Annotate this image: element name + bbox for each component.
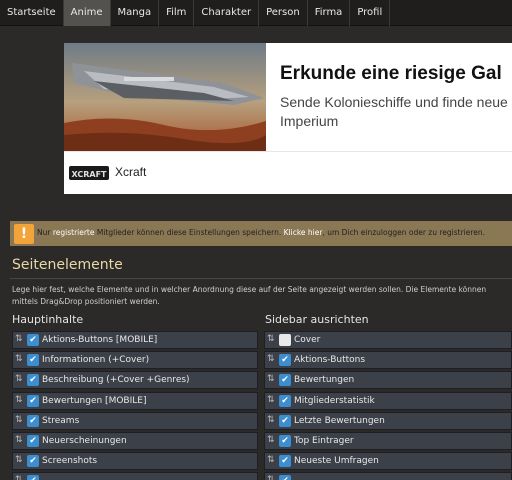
- item-label: Screenshots: [42, 456, 98, 467]
- item-checkbox[interactable]: ✔: [279, 414, 291, 427]
- item-label: Beschreibung (+Cover +Genres): [42, 375, 190, 386]
- item-checkbox[interactable]: ✔: [27, 394, 39, 407]
- click-here-link[interactable]: Klicke hier: [284, 228, 323, 237]
- list-item[interactable]: ⇅ ✔ Screenshots: [12, 452, 258, 471]
- item-label: Bewertungen: [294, 375, 355, 386]
- item-checkbox[interactable]: ✔: [279, 354, 291, 367]
- drag-handle-icon[interactable]: ⇅: [267, 395, 275, 405]
- list-item[interactable]: ⇅ ✔ Top Eintrager: [264, 431, 512, 450]
- ad-brand-name[interactable]: Xcraft: [115, 165, 146, 179]
- drag-handle-icon[interactable]: ⇅: [267, 475, 275, 480]
- item-checkbox[interactable]: ✔: [279, 394, 291, 407]
- item-checkbox[interactable]: ✔: [27, 374, 39, 387]
- list-item[interactable]: ⇅ ✔ Bewertungen [MOBILE]: [12, 391, 258, 410]
- main-column-title: Hauptinhalte: [12, 313, 84, 326]
- drag-handle-icon[interactable]: ⇅: [267, 334, 275, 344]
- drag-handle-icon[interactable]: ⇅: [15, 475, 23, 480]
- item-checkbox[interactable]: ✔: [27, 434, 39, 447]
- item-label: Streams: [42, 415, 80, 426]
- list-item[interactable]: ⇅ ✔ Bewertungen: [264, 371, 512, 390]
- item-label: Cover: [294, 335, 321, 345]
- drag-handle-icon[interactable]: ⇅: [15, 334, 23, 344]
- drag-handle-icon[interactable]: ⇅: [15, 395, 23, 405]
- item-label: Neuerscheinungen: [42, 435, 127, 446]
- drag-handle-icon[interactable]: ⇅: [15, 354, 23, 364]
- list-item[interactable]: ⇅ ✔ Aktions-Buttons [MOBILE]: [12, 331, 258, 349]
- ad-banner[interactable]: Erkunde eine riesige Gal Sende Koloniesc…: [64, 43, 512, 194]
- warning-icon: !: [14, 224, 34, 244]
- logo-text: XCRAFT: [71, 170, 107, 179]
- drag-handle-icon[interactable]: ⇅: [267, 435, 275, 445]
- item-checkbox[interactable]: ✔: [27, 475, 39, 480]
- item-checkbox[interactable]: ✔: [279, 455, 291, 468]
- drag-handle-icon[interactable]: ⇅: [15, 374, 23, 384]
- list-item[interactable]: ⇅ ✔ Neuerscheinungen: [12, 431, 258, 450]
- ad-image[interactable]: [64, 43, 266, 151]
- section-divider: [10, 278, 512, 279]
- drag-handle-icon[interactable]: ⇅: [267, 354, 275, 364]
- nav-item-startseite[interactable]: Startseite: [0, 0, 64, 26]
- nav-item-firma[interactable]: Firma: [308, 0, 351, 26]
- item-label: Informationen (+Cover): [42, 355, 150, 366]
- item-label: Mitgliederstatistik: [294, 395, 375, 406]
- drag-handle-icon[interactable]: ⇅: [267, 374, 275, 384]
- registered-link[interactable]: registrierte: [53, 228, 95, 237]
- xcraft-logo: XCRAFT: [69, 164, 109, 182]
- item-label: Top Eintrager: [294, 435, 354, 446]
- nav-item-anime[interactable]: Anime: [63, 0, 111, 26]
- nav-item-person[interactable]: Person: [259, 0, 308, 26]
- drag-handle-icon[interactable]: ⇅: [267, 455, 275, 465]
- nav-item-manga[interactable]: Manga: [111, 0, 160, 26]
- section-description: Lege hier fest, welche Elemente und in w…: [12, 285, 487, 306]
- item-checkbox[interactable]: ✔: [27, 414, 39, 427]
- item-label: Aktions-Buttons [MOBILE]: [42, 335, 158, 345]
- list-item[interactable]: ⇅✔: [12, 472, 258, 480]
- main-elements-list: ⇅ ✔ Aktions-Buttons [MOBILE] ⇅ ✔ Informatione…: [12, 331, 258, 480]
- item-checkbox[interactable]: ✔: [27, 455, 39, 468]
- list-item[interactable]: ⇅ ✔Cover: [264, 331, 512, 349]
- ad-headline[interactable]: Erkunde eine riesige Gal: [280, 63, 502, 85]
- list-item[interactable]: ⇅ ✔ Neueste Umfragen: [264, 452, 512, 471]
- list-item[interactable]: ⇅ ✔ Streams: [12, 411, 258, 430]
- drag-handle-icon[interactable]: ⇅: [15, 435, 23, 445]
- item-checkbox[interactable]: ✔: [27, 334, 39, 346]
- item-checkbox[interactable]: ✔: [279, 434, 291, 447]
- nav-item-film[interactable]: Film: [159, 0, 195, 26]
- list-item[interactable]: ⇅ ✔ Letzte Bewertungen: [264, 411, 512, 430]
- list-item[interactable]: ⇅ ✔ Beschreibung (+Cover +Genres): [12, 371, 258, 390]
- drag-handle-icon[interactable]: ⇅: [15, 455, 23, 465]
- item-label: Aktions-Buttons: [294, 355, 366, 366]
- login-notice: ! Nur registrierte Mitglieder können die…: [10, 221, 512, 246]
- item-label: Letzte Bewertungen: [294, 415, 385, 426]
- notice-text: Nur registrierte Mitglieder können diese…: [37, 228, 486, 237]
- list-item[interactable]: ⇅ ✔ Aktions-Buttons: [264, 351, 512, 370]
- item-checkbox[interactable]: ✔: [279, 334, 291, 346]
- item-label: Neueste Umfragen: [294, 456, 379, 467]
- section-title: Seitenelemente: [12, 257, 123, 273]
- item-checkbox[interactable]: ✔: [27, 354, 39, 367]
- drag-handle-icon[interactable]: ⇅: [267, 415, 275, 425]
- item-checkbox[interactable]: ✔: [279, 475, 291, 480]
- item-checkbox[interactable]: ✔: [279, 374, 291, 387]
- ad-subline: Sende Kolonieschiffe und finde neue Impe…: [280, 94, 508, 129]
- top-navigation: Startseite Anime Manga Film Charakter Pe…: [0, 0, 512, 26]
- list-item[interactable]: ⇅ ✔ Informationen (+Cover): [12, 351, 258, 370]
- list-item[interactable]: ⇅✔: [264, 472, 512, 480]
- nav-item-charakter[interactable]: Charakter: [194, 0, 260, 26]
- sidebar-elements-list: ⇅✔Cover⇅✔Aktions-Buttons⇅✔Bewertungen⇅✔M…: [264, 331, 512, 480]
- item-label: Bewertungen [MOBILE]: [42, 395, 147, 406]
- nav-item-profil[interactable]: Profil: [350, 0, 391, 26]
- drag-handle-icon[interactable]: ⇅: [15, 415, 23, 425]
- ad-divider: [64, 151, 512, 152]
- list-item[interactable]: ⇅ ✔ Mitgliederstatistik: [264, 391, 512, 410]
- sidebar-column-title: Sidebar ausrichten: [265, 313, 369, 326]
